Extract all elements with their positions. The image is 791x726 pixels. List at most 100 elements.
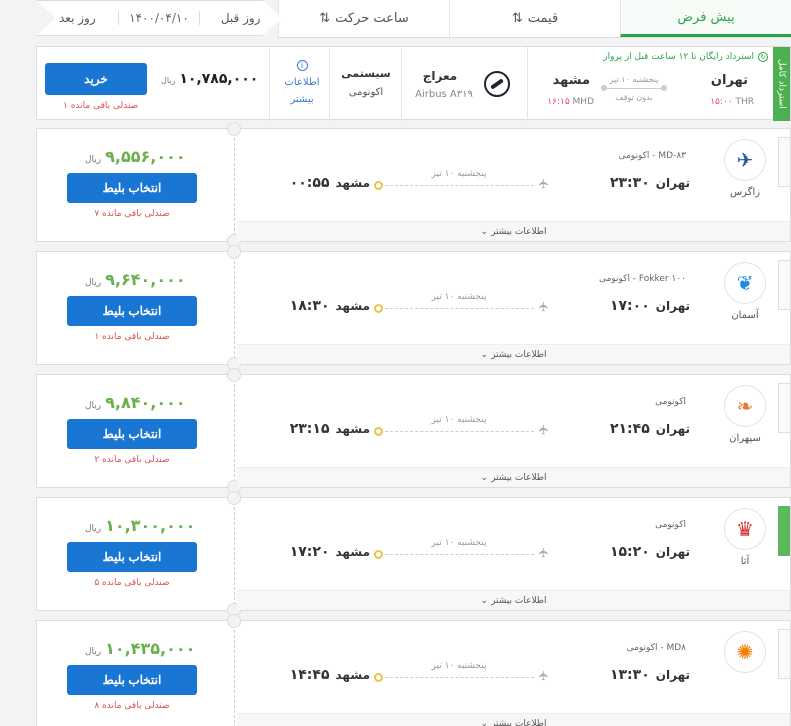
side-strip <box>778 506 790 556</box>
selected-flight-summary: استرداد کامل استرداد رایگان تا ۱۲ ساعت ق… <box>36 46 791 121</box>
info-icon: i <box>296 60 308 71</box>
departure: تهران ۲۳:۳۰ <box>609 175 690 191</box>
ticket-price: ریال ۹,۸۴۰,۰۰۰ <box>85 393 186 412</box>
sort-tabs: پیش فرض ⇅ قیمت ⇅ ساعت حرکت <box>278 0 791 38</box>
airline-logo-icon: ♛ <box>724 508 766 550</box>
side-strip <box>778 383 790 433</box>
chevron-down-icon: ⌄ <box>480 226 489 237</box>
airline-name: زاگرس <box>729 187 761 198</box>
select-ticket-button[interactable]: انتخاب بلیط <box>67 665 197 695</box>
plane-icon: ✈ <box>537 301 553 312</box>
arrival: مشهد ۰۰:۵۵ <box>289 175 370 191</box>
side-strip <box>778 137 790 187</box>
more-info-toggle[interactable]: ⌄ اطلاعات بیشتر <box>237 221 790 241</box>
tab-departure-time[interactable]: ⇅ ساعت حرکت <box>278 0 449 37</box>
chevron-down-icon: ⌄ <box>480 472 489 483</box>
current-date: ۱۴۰۰/۰۴/۱۰ <box>117 11 201 25</box>
more-info-toggle[interactable]: ⌄ اطلاعات بیشتر <box>237 713 790 726</box>
sort-time-icon: ⇅ <box>319 11 331 26</box>
airline-logo-icon: ✈ <box>724 139 766 181</box>
dest-city: مشهد <box>552 73 590 88</box>
tab-default[interactable]: پیش فرض <box>620 0 791 37</box>
airline-name: آسمان <box>731 310 759 321</box>
selected-price: ریال ۱۰,۷۸۵,۰۰۰ <box>161 71 259 87</box>
arrival: مشهد ۱۴:۴۵ <box>289 667 370 683</box>
seats-remaining: ۷ صندلی باقی مانده <box>94 209 170 219</box>
chevron-down-icon: ⌄ <box>480 718 489 726</box>
airline-name: آتا <box>740 556 750 567</box>
select-ticket-button[interactable]: انتخاب بلیط <box>67 542 197 572</box>
class-name: اکونومی <box>348 87 384 98</box>
date-navigator: روز قبل ۱۴۰۰/۰۴/۱۰ روز بعد <box>36 0 282 36</box>
aircraft-class: اکونومی <box>655 520 686 530</box>
route-line: پنجشنبه ۱۰ تیر ✈ <box>374 415 552 439</box>
select-ticket-button[interactable]: انتخاب بلیط <box>67 173 197 203</box>
meraj-logo-icon <box>484 71 510 97</box>
aircraft-class: MD۸ - اکونومی <box>626 643 686 653</box>
next-day-button[interactable]: روز بعد <box>37 11 118 25</box>
plane-icon: ✈ <box>537 670 553 681</box>
seats-remaining: ۱ صندلی باقی مانده <box>63 101 139 111</box>
aircraft-class: Fokker ۱۰۰ - اکونومی <box>599 274 686 284</box>
ticket-price: ریال ۱۰,۴۳۵,۰۰۰ <box>85 639 196 658</box>
arrival: مشهد ۱۸:۳۰ <box>289 298 370 314</box>
flight-card: ✈ زاگرس MD-۸۳ - اکونومی تهران ۲۳:۳۰ پنجش… <box>36 122 791 248</box>
plane-icon: ✈ <box>537 424 553 435</box>
route-summary: پنجشنبه ۱۰ تیر بدون توقف <box>598 75 670 102</box>
refund-note: استرداد رایگان تا ۱۲ ساعت قبل از پرواز ↻ <box>603 52 768 62</box>
side-strip <box>778 629 790 679</box>
plane-icon: ✈ <box>537 547 553 558</box>
departure: تهران ۱۳:۳۰ <box>609 667 690 683</box>
more-info-link[interactable]: i اطلاعات بیشتر <box>282 57 322 108</box>
flight-card: ❦ آسمان Fokker ۱۰۰ - اکونومی تهران ۱۷:۰۰… <box>36 245 791 371</box>
flight-card: ✺ MD۸ - اکونومی تهران ۱۳:۳۰ پنجشنبه ۱۰ ت… <box>36 614 791 726</box>
select-ticket-button[interactable]: انتخاب بلیط <box>67 296 197 326</box>
airline-logo-icon: ❧ <box>724 385 766 427</box>
aircraft: Airbus A۳۱۹ <box>415 89 473 100</box>
more-info-toggle[interactable]: ⌄ اطلاعات بیشتر <box>237 344 790 364</box>
airline-logo-icon: ✺ <box>724 631 766 673</box>
departure: تهران ۲۱:۴۵ <box>609 421 690 437</box>
route-line: پنجشنبه ۱۰ تیر ✈ <box>374 169 552 193</box>
airline-name: معراج <box>422 69 458 83</box>
route-line: پنجشنبه ۱۰ تیر ✈ <box>374 292 552 316</box>
arrival-dot <box>374 550 383 559</box>
seats-remaining: ۵ صندلی باقی مانده <box>94 578 170 588</box>
arrival: مشهد ۲۳:۱۵ <box>289 421 370 437</box>
arrival-dot <box>374 427 383 436</box>
select-ticket-button[interactable]: انتخاب بلیط <box>67 419 197 449</box>
ticket-price: ریال ۱۰,۳۰۰,۰۰۰ <box>85 516 196 535</box>
seats-remaining: ۲ صندلی باقی مانده <box>94 455 170 465</box>
ticket-price: ریال ۹,۵۵۶,۰۰۰ <box>85 147 186 166</box>
origin-info: ۱۵:۰۰ THR <box>710 97 754 107</box>
departure: تهران ۱۷:۰۰ <box>609 298 690 314</box>
seats-remaining: ۱ صندلی باقی مانده <box>94 332 170 342</box>
tab-price[interactable]: ⇅ قیمت <box>449 0 620 37</box>
ticket-price: ریال ۹,۶۴۰,۰۰۰ <box>85 270 186 289</box>
arrival: مشهد ۱۷:۲۰ <box>289 544 370 560</box>
chevron-down-icon: ⌄ <box>480 595 489 606</box>
arrival-dot <box>374 304 383 313</box>
buy-button[interactable]: خرید <box>45 63 147 95</box>
flight-card: ♛ آتا اکونومی تهران ۱۵:۲۰ پنجشنبه ۱۰ تیر… <box>36 491 791 617</box>
dest-info: ۱۶:۱۵ MHD <box>547 97 594 107</box>
arrival-dot <box>374 181 383 190</box>
prev-day-button[interactable]: روز قبل <box>200 11 281 25</box>
aircraft-class: MD-۸۳ - اکونومی <box>618 151 686 161</box>
side-strip <box>778 260 790 310</box>
plane-icon: ✈ <box>537 178 553 189</box>
refund-tag: استرداد کامل <box>773 47 790 121</box>
airline-name: سپهران <box>729 433 761 444</box>
origin-city: تهران <box>710 73 748 88</box>
refund-icon: ↻ <box>758 52 768 62</box>
arrival-dot <box>374 673 383 682</box>
flight-card: ❧ سپهران اکونومی تهران ۲۱:۴۵ پنجشنبه ۱۰ … <box>36 368 791 494</box>
route-line: پنجشنبه ۱۰ تیر ✈ <box>374 538 552 562</box>
sort-price-icon: ⇅ <box>511 11 523 26</box>
more-info-toggle[interactable]: ⌄ اطلاعات بیشتر <box>237 467 790 487</box>
more-info-toggle[interactable]: ⌄ اطلاعات بیشتر <box>237 590 790 610</box>
chevron-down-icon: ⌄ <box>480 349 489 360</box>
class-type: سیستمی <box>341 67 391 80</box>
seats-remaining: ۸ صندلی باقی مانده <box>94 701 170 711</box>
airline-logo-icon: ❦ <box>724 262 766 304</box>
